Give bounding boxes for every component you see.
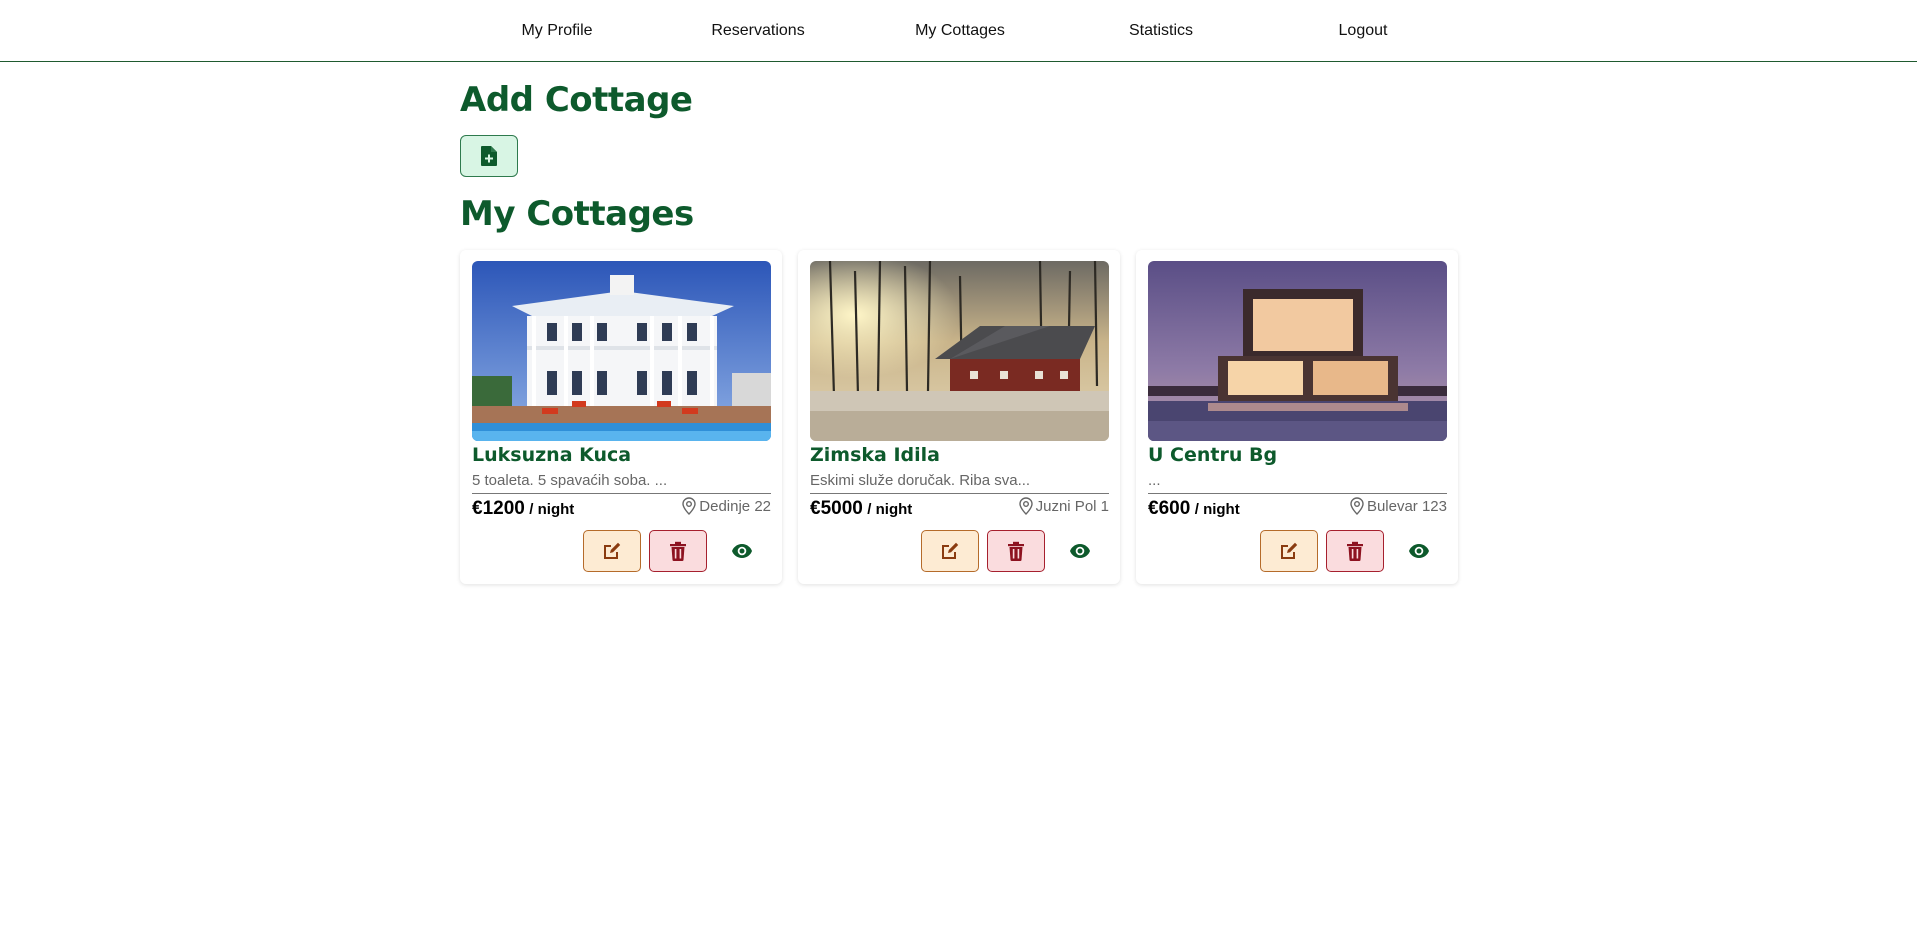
price-amount: €1200 bbox=[472, 498, 525, 519]
edit-icon bbox=[1281, 542, 1298, 559]
price-unit: / night bbox=[867, 501, 913, 518]
nav-my-profile[interactable]: My Profile bbox=[456, 0, 658, 61]
eye-icon bbox=[1409, 544, 1429, 558]
view-cottage-button[interactable] bbox=[1062, 533, 1098, 569]
cottage-location: Dedinje 22 bbox=[682, 497, 771, 515]
trash-icon bbox=[670, 541, 686, 561]
location-text: Juzni Pol 1 bbox=[1035, 497, 1109, 515]
price-amount: €5000 bbox=[810, 498, 863, 519]
add-cottage-button[interactable] bbox=[460, 135, 518, 177]
edit-icon bbox=[942, 542, 959, 559]
nav-statistics[interactable]: Statistics bbox=[1060, 0, 1262, 61]
nav-my-cottages[interactable]: My Cottages bbox=[859, 0, 1061, 61]
cottage-price: €5000 / night bbox=[810, 498, 912, 520]
map-pin-icon bbox=[682, 497, 696, 515]
map-pin-icon bbox=[1350, 497, 1364, 515]
price-amount: €600 bbox=[1148, 498, 1191, 519]
cottage-location: Juzni Pol 1 bbox=[1018, 497, 1109, 515]
cottage-image-winter-cabin bbox=[810, 261, 1109, 441]
trash-icon bbox=[1008, 541, 1024, 561]
location-text: Dedinje 22 bbox=[699, 497, 771, 515]
my-cottages-heading: My Cottages bbox=[460, 194, 694, 234]
trash-icon bbox=[1347, 541, 1363, 561]
location-text: Bulevar 123 bbox=[1366, 497, 1447, 515]
eye-icon bbox=[1070, 544, 1090, 558]
cottage-description: 5 toaleta. 5 spavaćih soba. ... bbox=[472, 472, 771, 494]
view-cottage-button[interactable] bbox=[724, 533, 760, 569]
price-unit: / night bbox=[1194, 501, 1240, 518]
delete-cottage-button[interactable] bbox=[649, 530, 707, 572]
top-navigation: My Profile Reservations My Cottages Stat… bbox=[0, 0, 1917, 62]
cottage-card: Zimska Idila Eskimi služe doručak. Riba … bbox=[798, 250, 1120, 584]
cottage-image-mansion bbox=[472, 261, 771, 441]
delete-cottage-button[interactable] bbox=[1326, 530, 1384, 572]
edit-cottage-button[interactable] bbox=[921, 530, 979, 572]
cottage-description: Eskimi služe doručak. Riba sva... bbox=[810, 472, 1109, 494]
file-plus-icon bbox=[481, 146, 497, 166]
map-pin-icon bbox=[1018, 497, 1033, 515]
cottage-description: ... bbox=[1148, 472, 1447, 494]
price-unit: / night bbox=[529, 501, 575, 518]
cottage-price: €1200 / night bbox=[472, 498, 574, 520]
edit-cottage-button[interactable] bbox=[1260, 530, 1318, 572]
cottage-price: €600 / night bbox=[1148, 498, 1240, 520]
eye-icon bbox=[732, 544, 752, 558]
view-cottage-button[interactable] bbox=[1401, 533, 1437, 569]
edit-icon bbox=[604, 542, 621, 559]
add-cottage-heading: Add Cottage bbox=[460, 80, 693, 120]
cottage-card: U Centru Bg ... €600 / night Bulevar 123 bbox=[1136, 250, 1458, 584]
cottage-card: Luksuzna Kuca 5 toaleta. 5 spavaćih soba… bbox=[460, 250, 782, 584]
cottage-image-modern-house bbox=[1148, 261, 1447, 441]
nav-reservations[interactable]: Reservations bbox=[657, 0, 859, 61]
nav-logout[interactable]: Logout bbox=[1262, 0, 1464, 61]
cottage-location: Bulevar 123 bbox=[1350, 497, 1447, 515]
delete-cottage-button[interactable] bbox=[987, 530, 1045, 572]
edit-cottage-button[interactable] bbox=[583, 530, 641, 572]
cottage-name[interactable]: U Centru Bg bbox=[1148, 444, 1277, 466]
cottage-name[interactable]: Zimska Idila bbox=[810, 444, 940, 466]
cottage-name[interactable]: Luksuzna Kuca bbox=[472, 444, 631, 466]
